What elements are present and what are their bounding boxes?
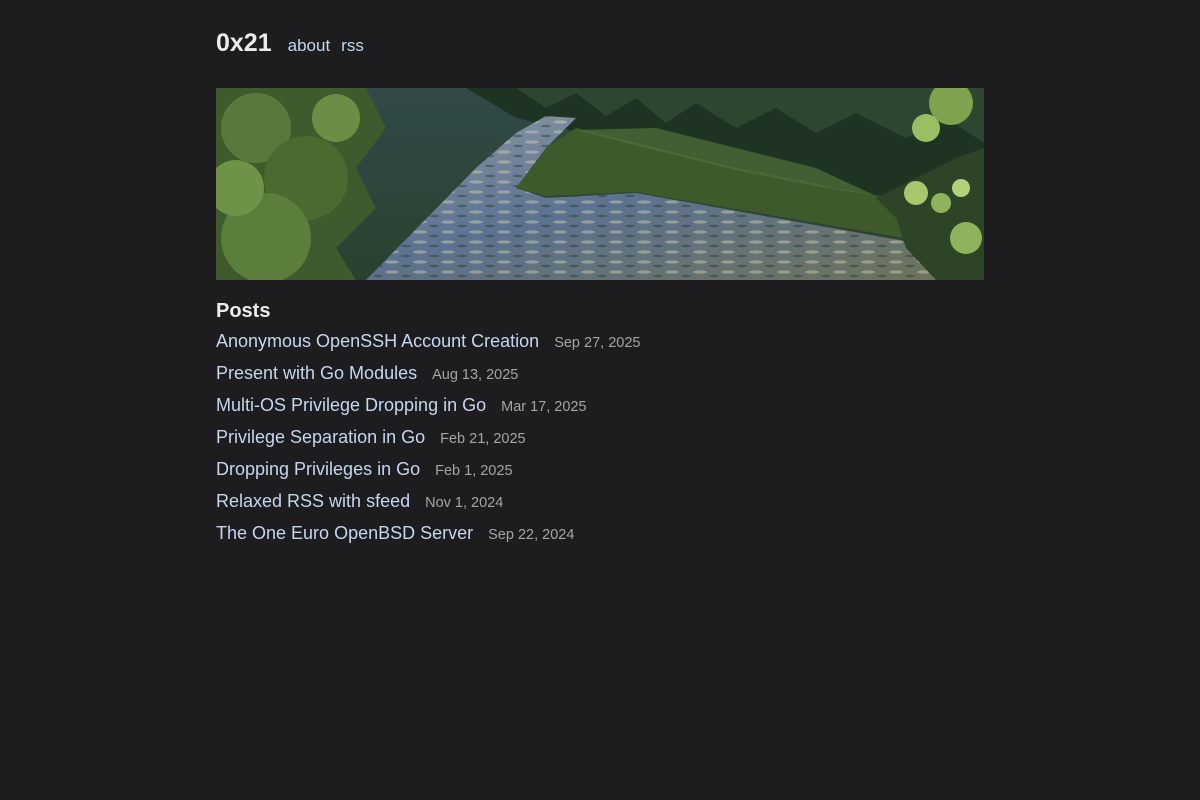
nav-link-about[interactable]: about [288,31,331,61]
post-date: Aug 13, 2025 [432,367,519,383]
list-item: Multi-OS Privilege Dropping in Go Mar 17,… [216,392,984,424]
list-item: Dropping Privileges in Go Feb 1, 2025 [216,456,984,488]
post-date: Feb 21, 2025 [440,431,526,447]
list-item: The One Euro OpenBSD Server Sep 22, 2024 [216,520,984,552]
post-link[interactable]: Multi-OS Privilege Dropping in Go [216,395,486,415]
list-item: Privilege Separation in Go Feb 21, 2025 [216,424,984,456]
post-link[interactable]: Present with Go Modules [216,363,417,383]
site-title-link[interactable]: 0x21 [216,28,272,58]
list-item: Relaxed RSS with sfeed Nov 1, 2024 [216,488,984,520]
post-date: Feb 1, 2025 [435,463,513,479]
hero-image [216,88,984,280]
post-date: Sep 22, 2024 [488,527,575,543]
post-link[interactable]: Relaxed RSS with sfeed [216,491,410,511]
list-item: Present with Go Modules Aug 13, 2025 [216,360,984,392]
post-link[interactable]: Privilege Separation in Go [216,427,425,447]
post-date: Sep 27, 2025 [554,335,641,351]
nav-link-rss[interactable]: rss [341,31,364,61]
posts-heading: Posts [216,300,271,322]
post-date: Mar 17, 2025 [501,399,587,415]
site-header: 0x21 about rss [216,28,364,60]
post-link[interactable]: Anonymous OpenSSH Account Creation [216,331,539,351]
post-link[interactable]: Dropping Privileges in Go [216,459,420,479]
post-list: Anonymous OpenSSH Account Creation Sep 27… [216,328,984,552]
post-link[interactable]: The One Euro OpenBSD Server [216,523,473,543]
list-item: Anonymous OpenSSH Account Creation Sep 27… [216,328,984,360]
post-date: Nov 1, 2024 [425,495,504,511]
